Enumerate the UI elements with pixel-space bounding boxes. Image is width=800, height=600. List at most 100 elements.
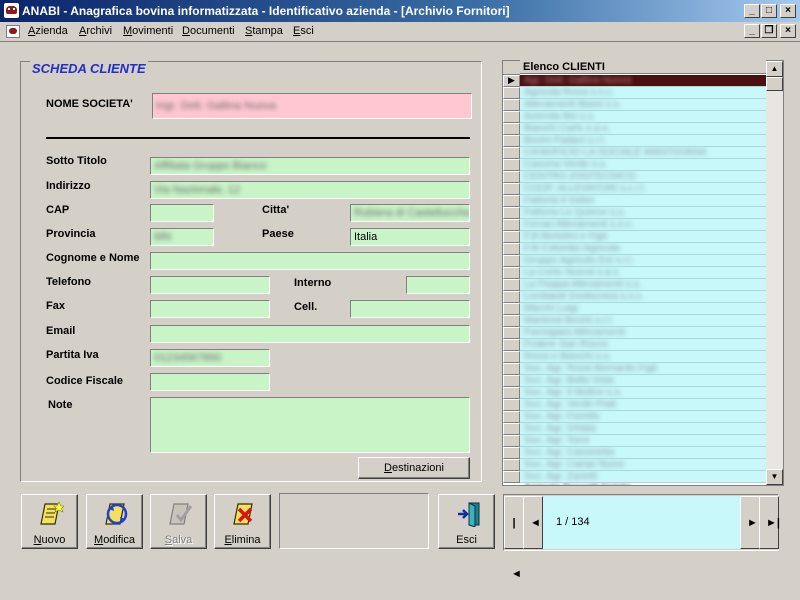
row-selector[interactable] xyxy=(503,207,520,219)
first-record-button[interactable]: |◄ xyxy=(504,496,524,580)
list-item[interactable]: Soc. Agr. Il Mulino s.s. xyxy=(520,387,766,399)
mdi-close-button[interactable]: × xyxy=(780,24,796,38)
nome-societa-field[interactable]: Ingr. Dott. Gallina Nuova xyxy=(152,93,472,119)
list-item[interactable]: CASEIFICIO LA SOCIALE MANTOVANA xyxy=(520,147,766,159)
row-selector[interactable] xyxy=(503,375,520,387)
list-item[interactable]: Rossi e Bianchi s.s. xyxy=(520,351,766,363)
list-item[interactable]: Fattoria Le Querce s.s. xyxy=(520,207,766,219)
list-item[interactable]: Parmigiani Allevamenti xyxy=(520,327,766,339)
row-selector[interactable] xyxy=(503,183,520,195)
row-selector[interactable] xyxy=(503,399,520,411)
prev-record-button[interactable]: ◄ xyxy=(523,496,543,549)
row-selector[interactable] xyxy=(503,171,520,183)
list-item[interactable]: COOP. ALLEVATORI s.c.r.l. xyxy=(520,183,766,195)
list-item[interactable]: Soc. Agr. Ghiaia xyxy=(520,423,766,435)
list-scrollbar[interactable] xyxy=(766,61,783,485)
modifica-button[interactable]: Modifica xyxy=(86,494,143,549)
row-selector[interactable] xyxy=(503,315,520,327)
list-item[interactable]: Soc. Agr. Verde Prati xyxy=(520,399,766,411)
telefono-field[interactable] xyxy=(150,276,270,294)
indirizzo-field[interactable]: Via Nazionale, 12 xyxy=(150,181,470,199)
menu-azienda[interactable]: Azienda xyxy=(28,25,68,37)
list-item[interactable]: Podere San Rocco xyxy=(520,339,766,351)
list-item[interactable]: La Pioppa Allevamenti s.s. xyxy=(520,279,766,291)
list-item[interactable]: CENTRO ZOOTECNICO xyxy=(520,171,766,183)
menu-movimenti[interactable]: Movimenti xyxy=(123,25,173,37)
esci-button[interactable]: Esci xyxy=(438,494,495,549)
menu-esci[interactable]: Esci xyxy=(293,25,314,37)
scroll-up-arrow[interactable]: ▲ xyxy=(766,61,783,77)
row-selector[interactable] xyxy=(503,303,520,315)
row-selector[interactable] xyxy=(503,99,520,111)
row-selector[interactable] xyxy=(503,195,520,207)
paese-field[interactable]: Italia xyxy=(350,228,470,246)
row-selector[interactable] xyxy=(503,279,520,291)
mdi-minimize-button[interactable]: _ xyxy=(744,24,760,38)
elimina-button[interactable]: Elimina xyxy=(214,494,271,549)
next-record-button[interactable]: ► xyxy=(740,496,760,549)
list-item[interactable]: Bovini Padani s.r.l. xyxy=(520,135,766,147)
list-item[interactable]: Lombardi Zootecnica s.n.c. xyxy=(520,291,766,303)
menu-stampa[interactable]: Stampa xyxy=(245,25,283,37)
destinazioni-button[interactable]: Destinazioni xyxy=(358,457,470,479)
scroll-thumb[interactable] xyxy=(766,77,783,91)
last-record-button[interactable]: ►| xyxy=(759,496,780,549)
list-item[interactable]: Soc. Agr. Cassinetta xyxy=(520,447,766,459)
partita-iva-field[interactable]: 01234567890 xyxy=(150,349,270,367)
list-item[interactable]: Soc. Agr. Campi Nuovi xyxy=(520,459,766,471)
list-item[interactable]: Agricola Rossi s.n.c. xyxy=(520,87,766,99)
salva-button[interactable]: Salva xyxy=(150,494,207,549)
list-item[interactable]: F.lli Bertolini e Figli xyxy=(520,231,766,243)
row-selector[interactable] xyxy=(503,363,520,375)
row-selector[interactable] xyxy=(503,87,520,99)
citta-field[interactable]: Rubiera di Castellucchio xyxy=(350,204,470,222)
email-field[interactable] xyxy=(150,325,470,343)
close-button[interactable]: × xyxy=(780,4,796,18)
cell-field[interactable] xyxy=(350,300,470,318)
row-selector[interactable] xyxy=(503,459,520,471)
cow-icon[interactable] xyxy=(6,25,20,38)
scroll-down-arrow[interactable]: ▼ xyxy=(766,469,783,485)
row-selector[interactable] xyxy=(503,243,520,255)
list-item[interactable]: La Corte Nuova s.a.s. xyxy=(520,267,766,279)
row-selector[interactable] xyxy=(503,111,520,123)
row-selector[interactable] xyxy=(503,219,520,231)
menu-archivi[interactable]: Archivi xyxy=(79,25,112,37)
interno-field[interactable] xyxy=(406,276,470,294)
cognome-nome-field[interactable] xyxy=(150,252,470,270)
list-item[interactable]: F.lli Colombo Agricola xyxy=(520,243,766,255)
row-selector[interactable] xyxy=(503,327,520,339)
row-selector[interactable] xyxy=(503,339,520,351)
list-item[interactable]: Cascina Verde s.s. xyxy=(520,159,766,171)
maximize-button[interactable]: □ xyxy=(761,4,777,18)
row-selector[interactable] xyxy=(503,411,520,423)
row-selector[interactable] xyxy=(503,255,520,267)
row-selector[interactable] xyxy=(503,387,520,399)
list-item[interactable]: Fattoria Il Gelso xyxy=(520,195,766,207)
list-item[interactable]: Soc. Agr. Fiorello xyxy=(520,411,766,423)
list-item[interactable]: Gruppo Agricolo Est s.r.l. xyxy=(520,255,766,267)
row-selector[interactable] xyxy=(503,147,520,159)
row-selector[interactable] xyxy=(503,231,520,243)
list-item[interactable]: Soc. Agr. Zanetti xyxy=(520,471,766,483)
sotto-titolo-field[interactable]: Affiliata Gruppo Bianco xyxy=(150,157,470,175)
row-selector[interactable] xyxy=(503,351,520,363)
list-item[interactable]: Soc. Agr. Rossi Bernardo Figli xyxy=(520,363,766,375)
row-selector[interactable] xyxy=(503,159,520,171)
list-item[interactable]: Bianchi Carlo s.a.s. xyxy=(520,123,766,135)
list-item[interactable]: Mantova Bovini s.r.l. xyxy=(520,315,766,327)
list-item-partial[interactable]: Agricola Rossetti Natale xyxy=(520,483,766,485)
minimize-button[interactable]: _ xyxy=(744,4,760,18)
row-selector[interactable]: ▶ xyxy=(503,75,520,87)
row-selector[interactable] xyxy=(503,471,520,483)
row-selector[interactable] xyxy=(503,423,520,435)
codice-fiscale-field[interactable] xyxy=(150,373,270,391)
list-item[interactable]: Soc. Agr. Torre xyxy=(520,435,766,447)
list-item[interactable]: Marchi Luigi xyxy=(520,303,766,315)
row-selector[interactable] xyxy=(503,447,520,459)
list-item[interactable]: Agr. Dott. Gallina Nuova xyxy=(520,75,766,87)
note-textarea[interactable] xyxy=(150,397,470,453)
row-selector[interactable] xyxy=(503,123,520,135)
list-item[interactable]: Soc. Agr. Bella Vista xyxy=(520,375,766,387)
row-selector[interactable] xyxy=(503,291,520,303)
